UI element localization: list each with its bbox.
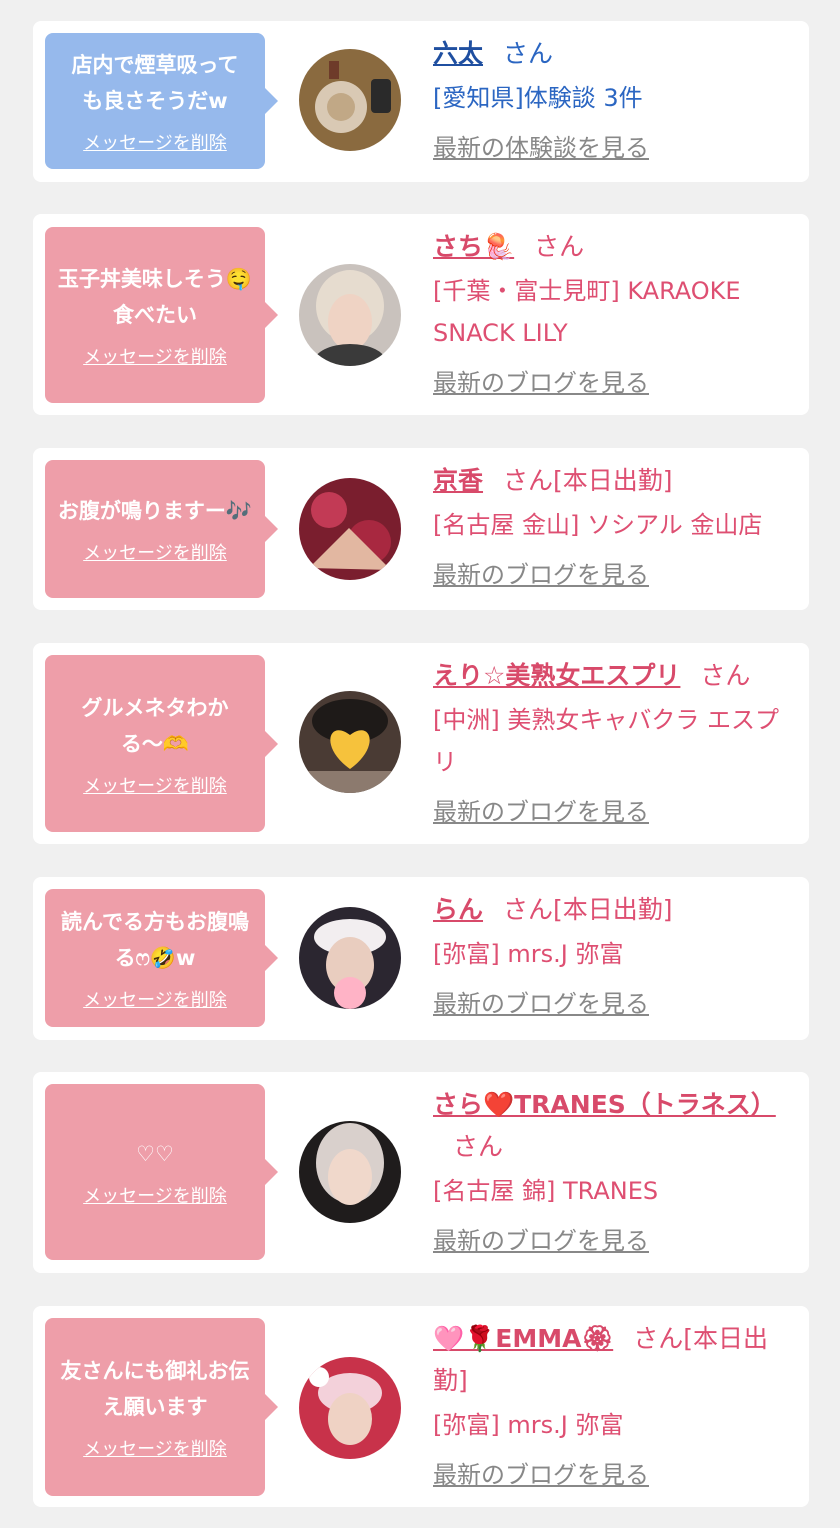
honorific: さん (534, 232, 585, 261)
latest-posts-link[interactable]: 最新の体験談を見る (433, 131, 793, 165)
message-text: 読んでる方もお腹鳴るෆ🤣w (61, 910, 249, 970)
shop-label: [中洲] 美熟女キャバクラ エスプリ (433, 706, 779, 776)
latest-posts-link[interactable]: 最新のブログを見る (433, 1224, 793, 1258)
user-info: 京香 さん[本日出勤] [名古屋 金山] ソシアル 金山店 最新のブログを見る (433, 460, 793, 592)
message-text: お腹が鳴りますー🎶 (57, 499, 253, 523)
message-bubble: お腹が鳴りますー🎶 メッセージを削除 (45, 460, 278, 598)
latest-posts-link[interactable]: 最新のブログを見る (433, 558, 793, 592)
message-card: グルメネタわかる〜🫶 メッセージを削除 えり☆美熟女エスプリ さん [中洲] 美熟… (33, 643, 809, 844)
message-card: 玉子丼美味しそう🤤食べたい メッセージを削除 さち🪼 さん [千葉・富士見町] K… (33, 214, 809, 415)
message-bubble: 読んでる方もお腹鳴るෆ🤣w メッセージを削除 (45, 889, 278, 1027)
avatar[interactable] (299, 907, 401, 1009)
avatar[interactable] (299, 1121, 401, 1223)
avatar[interactable] (299, 691, 401, 793)
message-text: 友さんにも御礼お伝え願います (60, 1359, 250, 1419)
user-name-link[interactable]: 六太 (433, 39, 483, 68)
message-card: 読んでる方もお腹鳴るෆ🤣w メッセージを削除 らん さん[本日出勤] [弥富] m… (33, 877, 809, 1040)
user-name-link[interactable]: さら❤️TRANES（トラネス） (433, 1090, 776, 1119)
message-card: ♡♡ メッセージを削除 さら❤️TRANES（トラネス） さん [名古屋 錦] T… (33, 1072, 809, 1273)
honorific: さん[本日出勤] (503, 895, 673, 924)
message-text: ♡♡ (136, 1142, 174, 1166)
latest-posts-link[interactable]: 最新のブログを見る (433, 987, 793, 1021)
latest-posts-link[interactable]: 最新のブログを見る (433, 366, 793, 400)
user-info: さら❤️TRANES（トラネス） さん [名古屋 錦] TRANES 最新のブログ… (433, 1084, 793, 1258)
message-card: お腹が鳴りますー🎶 メッセージを削除 京香 さん[本日出勤] [名古屋 金山] ソ… (33, 448, 809, 610)
delete-message-link[interactable]: メッセージを削除 (83, 1182, 227, 1208)
user-name-link[interactable]: 🩷🌹EMMA🏵 (433, 1324, 613, 1353)
avatar[interactable] (299, 478, 401, 580)
delete-message-link[interactable]: メッセージを削除 (83, 1435, 227, 1461)
shop-label: [名古屋 金山] ソシアル 金山店 (433, 511, 763, 539)
message-text: 玉子丼美味しそう🤤食べたい (57, 267, 253, 327)
user-info: 🩷🌹EMMA🏵 さん[本日出勤] [弥富] mrs.J 弥富 最新のブログを見る (433, 1318, 793, 1492)
user-name-link[interactable]: さち🪼 (433, 232, 514, 261)
message-bubble: ♡♡ メッセージを削除 (45, 1084, 278, 1260)
message-bubble: 店内で煙草吸っても良さそうだw メッセージを削除 (45, 33, 278, 169)
honorific: さん[本日出勤] (503, 466, 673, 495)
user-info: えり☆美熟女エスプリ さん [中洲] 美熟女キャバクラ エスプリ 最新のブログを見… (433, 655, 793, 829)
honorific: さん (700, 661, 751, 690)
message-text: 店内で煙草吸っても良さそうだw (71, 53, 239, 113)
shop-label: [千葉・富士見町] KARAOKE SNACK LILY (433, 277, 741, 347)
user-name-link[interactable]: らん (433, 895, 483, 924)
message-text: グルメネタわかる〜🫶 (81, 695, 229, 756)
avatar[interactable] (299, 1357, 401, 1459)
honorific: さん (503, 39, 554, 68)
delete-message-link[interactable]: メッセージを削除 (83, 772, 227, 798)
shop-label: [弥富] mrs.J 弥富 (433, 940, 624, 968)
honorific: さん (453, 1132, 504, 1161)
avatar[interactable] (299, 49, 401, 151)
user-info: さち🪼 さん [千葉・富士見町] KARAOKE SNACK LILY 最新のブロ… (433, 226, 793, 400)
message-bubble: 玉子丼美味しそう🤤食べたい メッセージを削除 (45, 227, 278, 403)
message-card: 友さんにも御礼お伝え願います メッセージを削除 🩷🌹EMMA🏵 さん[本日出勤] … (33, 1306, 809, 1507)
message-list: 店内で煙草吸っても良さそうだw メッセージを削除 六太 さん [愛知県]体験談 3… (0, 0, 840, 1528)
delete-message-link[interactable]: メッセージを削除 (83, 986, 227, 1012)
user-name-link[interactable]: えり☆美熟女エスプリ (433, 661, 680, 690)
user-info: らん さん[本日出勤] [弥富] mrs.J 弥富 最新のブログを見る (433, 889, 793, 1021)
latest-posts-link[interactable]: 最新のブログを見る (433, 1458, 793, 1492)
avatar[interactable] (299, 264, 401, 366)
user-name-link[interactable]: 京香 (433, 466, 483, 495)
message-card: 店内で煙草吸っても良さそうだw メッセージを削除 六太 さん [愛知県]体験談 3… (33, 21, 809, 182)
latest-posts-link[interactable]: 最新のブログを見る (433, 795, 793, 829)
message-bubble: グルメネタわかる〜🫶 メッセージを削除 (45, 655, 278, 832)
shop-label: [名古屋 錦] TRANES (433, 1177, 659, 1205)
shop-label: [弥富] mrs.J 弥富 (433, 1411, 624, 1439)
delete-message-link[interactable]: メッセージを削除 (83, 343, 227, 369)
shop-label: [愛知県]体験談 3件 (433, 84, 643, 112)
delete-message-link[interactable]: メッセージを削除 (83, 539, 227, 565)
delete-message-link[interactable]: メッセージを削除 (83, 129, 227, 155)
user-info: 六太 さん [愛知県]体験談 3件 最新の体験談を見る (433, 33, 793, 165)
message-bubble: 友さんにも御礼お伝え願います メッセージを削除 (45, 1318, 278, 1496)
